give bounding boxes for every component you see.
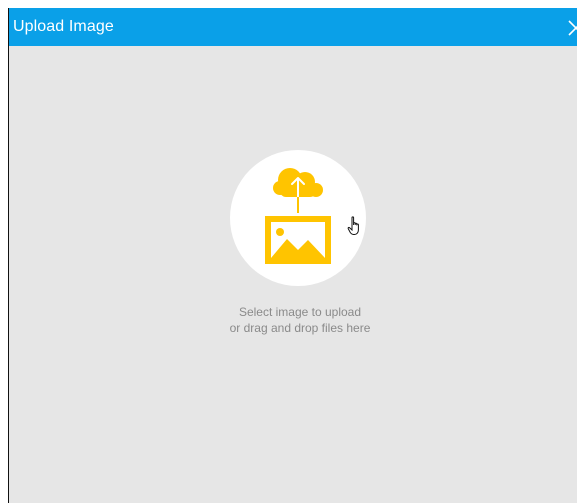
- hint-line-1: Select image to upload: [238, 305, 362, 319]
- hand-cursor-icon: [347, 216, 363, 236]
- dialog-title: Upload Image: [13, 18, 114, 35]
- upload-hint: Select image to upload or drag and drop …: [155, 304, 445, 336]
- cloud-upload-image-icon: [265, 168, 331, 264]
- hint-line-2: or drag and drop files here: [229, 321, 371, 335]
- close-button[interactable]: [566, 18, 577, 38]
- close-icon: [568, 20, 577, 36]
- dialog-titlebar: Upload Image: [9, 8, 577, 46]
- upload-image-button[interactable]: [230, 150, 366, 286]
- upload-image-dialog: Upload Image Select image to upload or d…: [8, 8, 577, 503]
